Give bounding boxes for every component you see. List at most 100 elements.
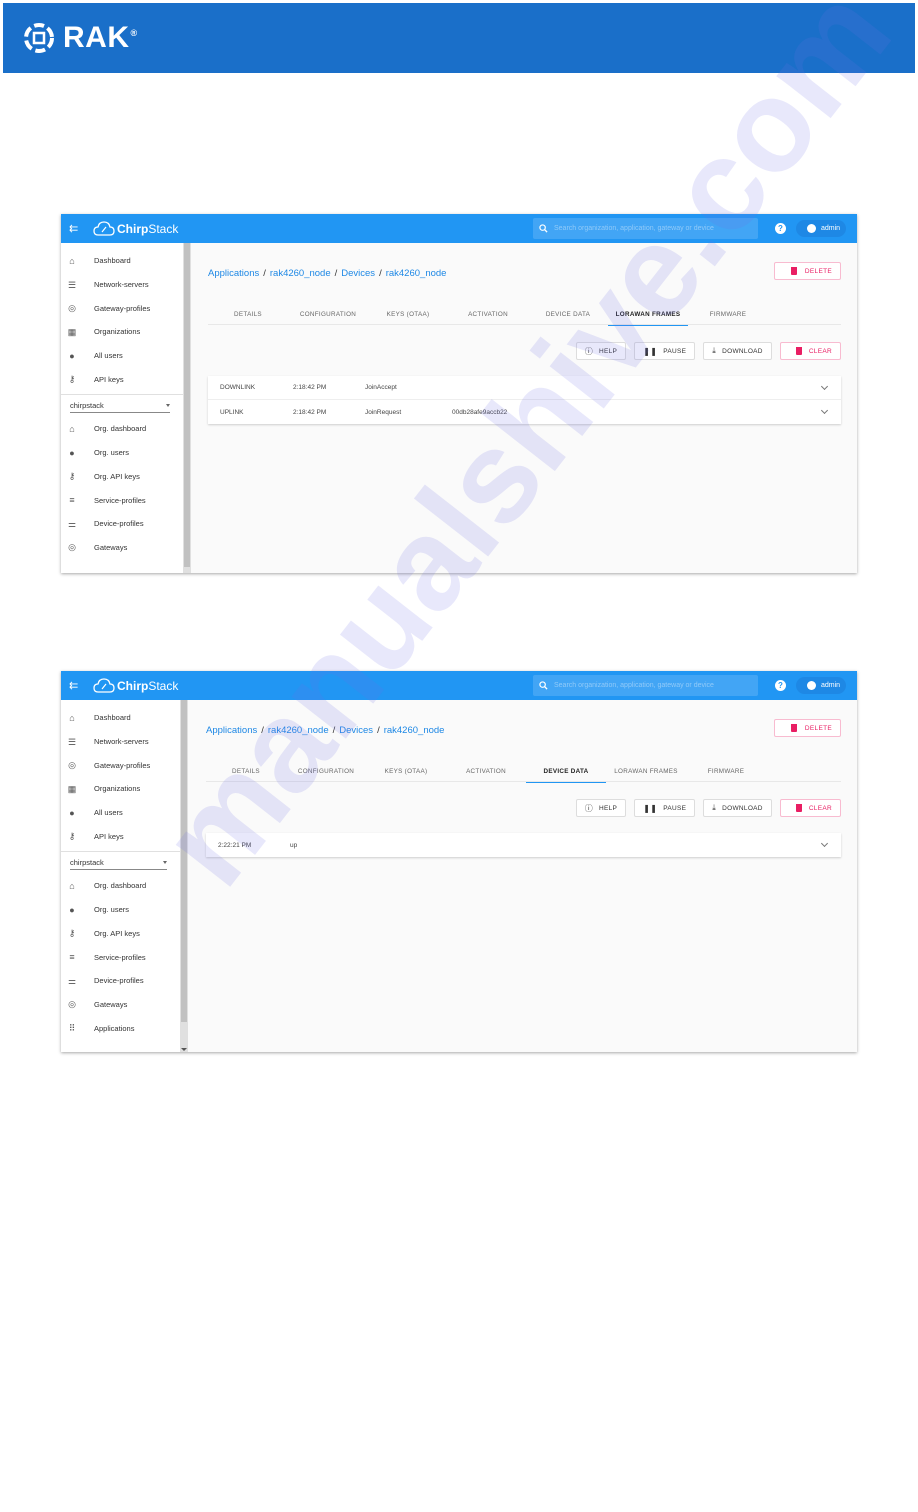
sidebar-item-gateway-profiles[interactable]: ◎ Gateway-profiles xyxy=(61,753,180,777)
sidebar-item-organizations[interactable]: ▦ Organizations xyxy=(61,320,183,344)
scrollbar-thumb[interactable] xyxy=(184,243,190,567)
sidebar-item-all-users[interactable]: ● All users xyxy=(61,801,180,825)
search-icon xyxy=(539,681,548,690)
breadcrumb-device[interactable]: rak4260_node xyxy=(386,268,447,279)
frame-time: 2:18:42 PM xyxy=(293,408,327,416)
tab-firmware[interactable]: FIRMWARE xyxy=(688,303,768,325)
sidebar-item-gateways[interactable]: ◎ Gateways xyxy=(61,993,180,1017)
sidebar-item-org-users[interactable]: ● Org. users xyxy=(61,441,183,465)
breadcrumb-application[interactable]: rak4260_node xyxy=(270,268,331,279)
help-button[interactable]: ⓘ HELP xyxy=(575,799,627,817)
tab-device-data[interactable]: DEVICE DATA xyxy=(526,760,606,783)
search-input[interactable]: Search organization, application, gatewa… xyxy=(533,675,758,696)
menu-collapse-icon[interactable]: ⇇ xyxy=(69,680,83,691)
sidebar-item-gateways[interactable]: ◎ Gateways xyxy=(61,536,183,560)
frame-row[interactable]: UPLINK 2:18:42 PM JoinRequest 00db28afe9… xyxy=(208,400,841,424)
trash-icon xyxy=(795,804,802,812)
sidebar-item-org-api-keys[interactable]: ⚷ Org. API keys xyxy=(61,465,183,489)
sidebar-item-org-dashboard[interactable]: ⌂ Org. dashboard xyxy=(61,874,180,898)
sidebar-item-service-profiles[interactable]: ≡ Service-profiles xyxy=(61,488,183,512)
pause-button[interactable]: ❚❚ PAUSE xyxy=(634,342,696,360)
help-icon[interactable]: ? xyxy=(775,223,786,234)
user-menu-button[interactable]: admin xyxy=(796,677,847,694)
delete-button[interactable]: DELETE xyxy=(773,262,841,280)
sidebar-item-service-profiles[interactable]: ≡ Service-profiles xyxy=(61,945,180,969)
frame-direction: DOWNLINK xyxy=(220,384,256,391)
sidebar-item-gateway-profiles[interactable]: ◎ Gateway-profiles xyxy=(61,296,183,320)
frame-type: JoinAccept xyxy=(365,384,397,391)
chevron-down-icon[interactable] xyxy=(820,839,829,848)
tab-lorawan-frames[interactable]: LORAWAN FRAMES xyxy=(608,303,688,326)
delete-button[interactable]: DELETE xyxy=(773,719,841,737)
radio-tower-icon: ◎ xyxy=(68,542,76,553)
chevron-down-icon[interactable] xyxy=(820,382,829,391)
help-icon[interactable]: ? xyxy=(775,680,786,691)
menu-collapse-icon[interactable]: ⇇ xyxy=(69,223,83,234)
sidebar-scrollbar[interactable] xyxy=(183,243,191,573)
sidebar-item-org-dashboard[interactable]: ⌂ Org. dashboard xyxy=(61,417,183,441)
tune-icon: ⚌ xyxy=(67,518,77,529)
breadcrumb-application[interactable]: rak4260_node xyxy=(268,725,329,736)
scrollbar-thumb[interactable] xyxy=(181,700,187,1022)
sidebar-item-api-keys[interactable]: ⚷ API keys xyxy=(61,367,183,391)
tab-details[interactable]: DETAILS xyxy=(206,760,286,782)
tab-keys[interactable]: KEYS (OTAA) xyxy=(366,760,446,782)
tab-configuration[interactable]: CONFIGURATION xyxy=(288,303,368,325)
download-button[interactable]: ⤓ DOWNLOAD xyxy=(703,799,772,817)
tab-firmware[interactable]: FIRMWARE xyxy=(686,760,766,782)
breadcrumb-devices[interactable]: Devices xyxy=(339,725,373,736)
device-tabs: DETAILS CONFIGURATION KEYS (OTAA) ACTIVA… xyxy=(206,760,841,783)
breadcrumb-applications[interactable]: Applications xyxy=(208,268,259,279)
frame-row[interactable]: DOWNLINK 2:18:42 PM JoinAccept xyxy=(208,376,841,400)
sidebar-item-org-users[interactable]: ● Org. users xyxy=(61,898,180,922)
tab-configuration[interactable]: CONFIGURATION xyxy=(286,760,366,782)
tab-activation[interactable]: ACTIVATION xyxy=(448,303,528,325)
sidebar-item-device-profiles[interactable]: ⚌ Device-profiles xyxy=(61,512,183,536)
sidebar-item-org-api-keys[interactable]: ⚷ Org. API keys xyxy=(61,922,180,946)
sidebar-item-api-keys[interactable]: ⚷ API keys xyxy=(61,824,180,848)
radio-tower-icon: ◎ xyxy=(68,760,76,771)
clear-button[interactable]: CLEAR xyxy=(779,342,841,360)
trash-icon xyxy=(795,347,802,355)
download-icon: ⤓ xyxy=(712,803,717,812)
sidebar-item-organizations[interactable]: ▦ Organizations xyxy=(61,777,180,801)
device-tabs: DETAILS CONFIGURATION KEYS (OTAA) ACTIVA… xyxy=(208,303,841,326)
key-icon: ⚷ xyxy=(68,374,76,385)
account-details-icon: ≡ xyxy=(69,952,75,963)
scroll-down-arrow-icon[interactable] xyxy=(181,1048,187,1051)
sidebar-item-network-servers[interactable]: ☰ Network-servers xyxy=(61,730,180,754)
main-content: Applications / rak4260_node / Devices / rak426… xyxy=(208,243,841,573)
tab-device-data[interactable]: DEVICE DATA xyxy=(528,303,608,325)
chevron-down-icon[interactable] xyxy=(820,406,829,415)
key-icon: ⚷ xyxy=(68,928,76,939)
sidebar-item-dashboard[interactable]: ⌂ Dashboard xyxy=(61,706,180,730)
breadcrumb-applications[interactable]: Applications xyxy=(206,725,257,736)
sidebar-item-network-servers[interactable]: ☰ Network-servers xyxy=(61,273,183,297)
user-menu-button[interactable]: admin xyxy=(796,220,847,237)
download-button[interactable]: ⤓ DOWNLOAD xyxy=(703,342,772,360)
search-icon xyxy=(539,224,548,233)
tab-details[interactable]: DETAILS xyxy=(208,303,288,325)
chirpstack-logo[interactable]: ChirpStack xyxy=(93,677,178,695)
tab-lorawan-frames[interactable]: LORAWAN FRAMES xyxy=(606,760,686,782)
organization-select[interactable]: chirpstack xyxy=(70,856,167,871)
home-icon: ⌂ xyxy=(69,255,75,266)
sidebar-scrollbar[interactable] xyxy=(180,700,188,1052)
sidebar-item-device-profiles[interactable]: ⚌ Device-profiles xyxy=(61,969,180,993)
help-button[interactable]: ⓘ HELP xyxy=(575,342,627,360)
pause-button[interactable]: ❚❚ PAUSE xyxy=(634,799,696,817)
sidebar-item-dashboard[interactable]: ⌂ Dashboard xyxy=(61,249,183,273)
search-input[interactable]: Search organization, application, gatewa… xyxy=(533,218,758,239)
data-row[interactable]: 2:22:21 PM up xyxy=(206,833,841,857)
sidebar-item-all-users[interactable]: ● All users xyxy=(61,344,183,368)
breadcrumb-devices[interactable]: Devices xyxy=(341,268,375,279)
tab-keys[interactable]: KEYS (OTAA) xyxy=(368,303,448,325)
chirpstack-logo[interactable]: ChirpStack xyxy=(93,220,178,238)
organization-select[interactable]: chirpstack xyxy=(70,399,170,414)
breadcrumb-device[interactable]: rak4260_node xyxy=(384,725,445,736)
clear-button[interactable]: CLEAR xyxy=(779,799,841,817)
sidebar-item-applications[interactable]: ⠿ Applications xyxy=(61,1016,180,1040)
device-data-list: 2:22:21 PM up xyxy=(206,833,841,857)
sidebar: ⌂ Dashboard ☰ Network-servers ◎ Gateway-pro… xyxy=(61,700,180,1052)
tab-activation[interactable]: ACTIVATION xyxy=(446,760,526,782)
